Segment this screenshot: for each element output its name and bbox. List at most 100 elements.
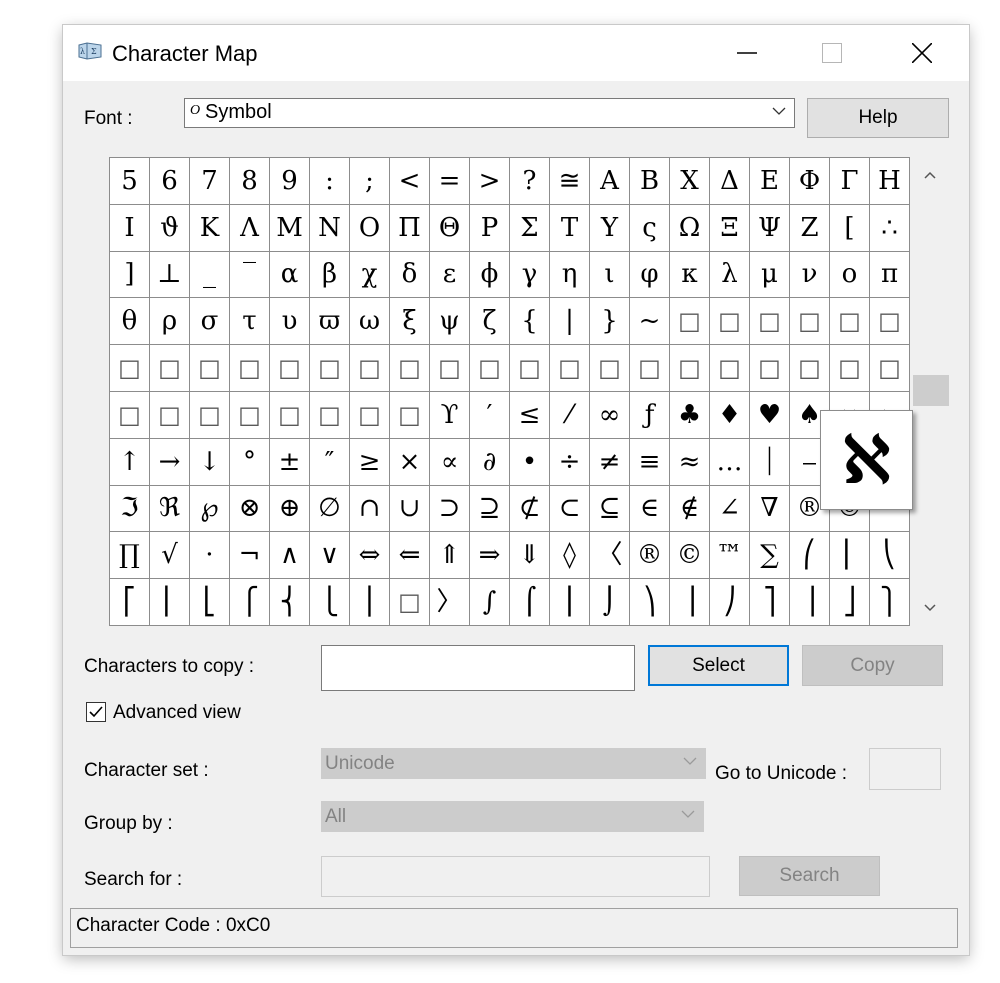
help-button[interactable]: Help xyxy=(807,98,949,138)
char-cell[interactable]: ′ xyxy=(470,391,510,439)
char-cell[interactable]: □ xyxy=(750,345,790,392)
char-cell[interactable]: β xyxy=(310,251,350,299)
char-cell[interactable]: = xyxy=(430,158,470,205)
char-cell[interactable]: υ xyxy=(270,298,310,346)
go-to-unicode-input[interactable] xyxy=(869,748,941,790)
char-cell[interactable]: ° xyxy=(230,438,270,486)
char-cell[interactable]: Φ xyxy=(790,158,830,205)
char-cell[interactable]: ∈ xyxy=(630,485,670,533)
char-cell[interactable]: □ xyxy=(550,345,590,392)
char-cell[interactable]: 9 xyxy=(270,158,310,205)
char-cell[interactable]: χ xyxy=(350,251,390,299)
char-cell[interactable]: Σ xyxy=(510,204,550,252)
char-cell[interactable]: ⎛ xyxy=(790,532,830,580)
char-cell[interactable]: Γ xyxy=(830,158,870,205)
char-cell[interactable]: ⎫ xyxy=(870,579,910,626)
char-cell[interactable]: ≅ xyxy=(550,158,590,205)
char-cell[interactable]: ≈ xyxy=(670,438,710,486)
char-cell[interactable]: Ζ xyxy=(790,204,830,252)
char-cell[interactable]: ? xyxy=(510,158,550,205)
char-cell[interactable]: Μ xyxy=(270,204,310,252)
char-cell[interactable]: ∪ xyxy=(390,485,430,533)
char-cell[interactable]: □ xyxy=(590,345,630,392)
char-cell[interactable]: ⎠ xyxy=(710,579,750,626)
char-cell[interactable]: □ xyxy=(670,298,710,346)
char-cell[interactable]: ℜ xyxy=(150,485,190,533)
char-cell[interactable]: ⎟ xyxy=(670,579,710,626)
search-input[interactable] xyxy=(321,856,710,897)
char-cell[interactable]: □ xyxy=(350,391,390,439)
char-cell[interactable]: ± xyxy=(270,438,310,486)
font-dropdown[interactable]: O Symbol xyxy=(184,98,795,128)
char-cell[interactable]: Α xyxy=(590,158,630,205)
char-cell[interactable]: ⎦ xyxy=(830,579,870,626)
char-cell[interactable]: ς xyxy=(630,204,670,252)
char-cell[interactable]: ∨ xyxy=(310,532,350,580)
char-cell[interactable]: ⋅ xyxy=(190,532,230,580)
char-cell[interactable]: μ xyxy=(750,251,790,299)
char-cell[interactable]: □ xyxy=(110,345,150,392)
char-cell[interactable]: Υ xyxy=(590,204,630,252)
char-cell[interactable]: ν xyxy=(790,251,830,299)
char-cell[interactable]: ⏐ xyxy=(750,438,790,486)
char-cell[interactable]: ∇ xyxy=(750,485,790,533)
char-cell[interactable]: ⊄ xyxy=(510,485,550,533)
char-cell[interactable]: ρ xyxy=(150,298,190,346)
char-cell[interactable]: ⎢ xyxy=(150,579,190,626)
char-cell[interactable]: Δ xyxy=(710,158,750,205)
char-cell[interactable]: ⊥ xyxy=(150,251,190,299)
char-cell[interactable]: λ xyxy=(710,251,750,299)
char-cell[interactable]: □ xyxy=(310,391,350,439)
char-cell[interactable]: ⇐ xyxy=(390,532,430,580)
char-cell[interactable]: ∏ xyxy=(110,532,150,580)
char-cell[interactable]: ≤ xyxy=(510,391,550,439)
char-cell[interactable]: ℘ xyxy=(190,485,230,533)
char-cell[interactable]: □ xyxy=(310,345,350,392)
char-cell[interactable]: ψ xyxy=(430,298,470,346)
char-cell[interactable]: Ψ xyxy=(750,204,790,252)
group-by-dropdown[interactable]: All xyxy=(321,801,704,832)
char-cell[interactable]: 6 xyxy=(150,158,190,205)
char-cell[interactable]: ⎝ xyxy=(870,532,910,580)
char-cell[interactable]: … xyxy=(710,438,750,486)
char-cell[interactable]: ϑ xyxy=(150,204,190,252)
char-cell[interactable]: { xyxy=(510,298,550,346)
char-cell[interactable]: □ xyxy=(470,345,510,392)
char-cell[interactable]: ∉ xyxy=(670,485,710,533)
char-cell[interactable]: □ xyxy=(790,298,830,346)
char-cell[interactable]: κ xyxy=(670,251,710,299)
char-cell[interactable]: Ω xyxy=(670,204,710,252)
char-cell[interactable]: ⇓ xyxy=(510,532,550,580)
char-cell[interactable]: Χ xyxy=(670,158,710,205)
char-cell[interactable]: ⇑ xyxy=(430,532,470,580)
char-cell[interactable]: Κ xyxy=(190,204,230,252)
char-cell[interactable]: Τ xyxy=(550,204,590,252)
char-cell[interactable]: ⌠ xyxy=(510,579,550,626)
char-cell[interactable]: τ xyxy=(230,298,270,346)
char-cell[interactable]: □ xyxy=(270,391,310,439)
char-cell[interactable]: 5 xyxy=(110,158,150,205)
char-cell[interactable]: ⎤ xyxy=(750,579,790,626)
char-cell[interactable]: Ν xyxy=(310,204,350,252)
char-cell[interactable]: 7 xyxy=(190,158,230,205)
char-cell[interactable]: ≡ xyxy=(630,438,670,486)
char-cell[interactable]: □ xyxy=(390,345,430,392)
char-cell[interactable]: Λ xyxy=(230,204,270,252)
char-cell[interactable]: ⊕ xyxy=(270,485,310,533)
char-cell[interactable]: ε xyxy=(430,251,470,299)
char-cell[interactable]: ◊ xyxy=(550,532,590,580)
char-cell[interactable]: ⊃ xyxy=(430,485,470,533)
char-cell[interactable]: Ξ xyxy=(710,204,750,252)
char-cell[interactable]: □ xyxy=(270,345,310,392)
char-cell[interactable]: ϖ xyxy=(310,298,350,346)
scroll-up-icon[interactable] xyxy=(924,171,936,179)
char-cell[interactable]: • xyxy=(510,438,550,486)
char-cell[interactable]: ⁄ xyxy=(550,391,590,439)
char-cell[interactable]: ~ xyxy=(630,298,670,346)
char-cell[interactable]: ↓ xyxy=(190,438,230,486)
advanced-view-checkbox[interactable] xyxy=(86,702,106,722)
char-cell[interactable]: ∞ xyxy=(590,391,630,439)
maximize-button[interactable] xyxy=(802,25,862,81)
char-cell[interactable]: ƒ xyxy=(630,391,670,439)
char-cell[interactable]: □ xyxy=(230,345,270,392)
